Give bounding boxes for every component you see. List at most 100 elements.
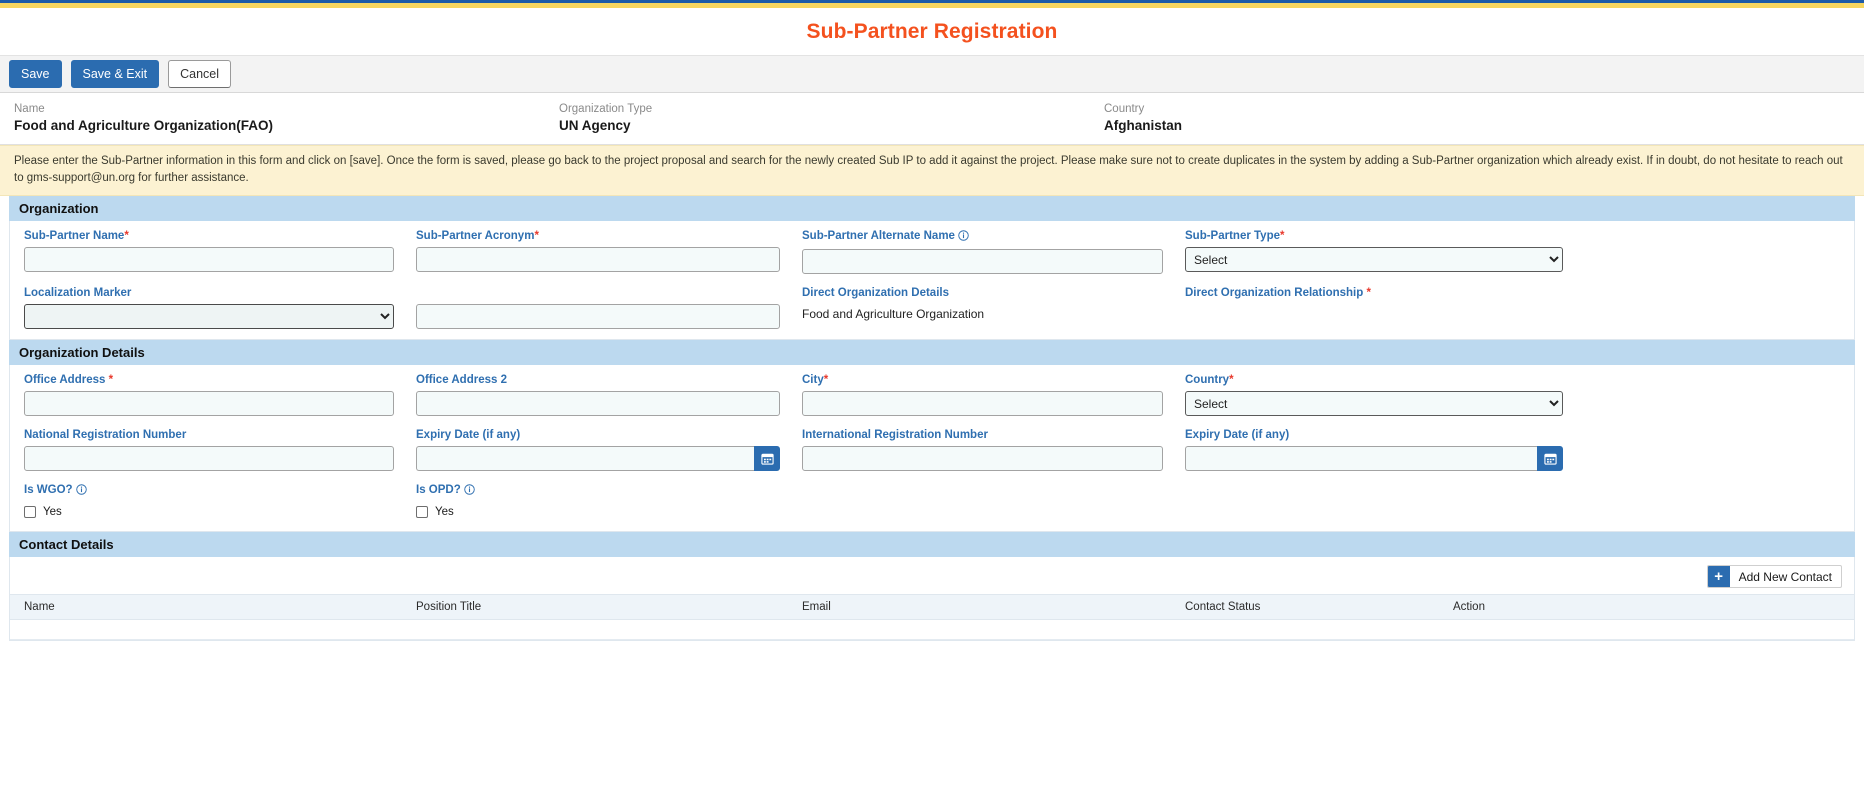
summary-country-cell: Country Afghanistan — [1090, 103, 1590, 133]
contacts-table: Name Position Title Email Contact Status… — [10, 594, 1854, 641]
table-cell — [10, 619, 402, 641]
required-marker: * — [1280, 230, 1285, 243]
localization-marker-detail-input[interactable] — [416, 304, 780, 330]
sub-partner-alternate-name-label: Sub-Partner Alternate Name — [802, 230, 1163, 244]
organization-details-row-1: Office Address * Office Address 2 City* … — [10, 374, 1854, 417]
sub-partner-name-input[interactable] — [24, 247, 394, 273]
column-header-contact-status[interactable]: Contact Status — [1171, 594, 1439, 621]
sub-partner-alternate-name-label-text: Sub-Partner Alternate Name — [802, 230, 955, 243]
add-new-contact-label: Add New Contact — [1738, 569, 1832, 584]
organization-details-section-body: Office Address * Office Address 2 City* … — [9, 365, 1855, 533]
international-expiry-date-label: Expiry Date (if any) — [1185, 429, 1290, 442]
national-registration-number-label: National Registration Number — [24, 429, 187, 442]
country-label-text: Country — [1185, 374, 1230, 387]
contacts-table-header-row: Name Position Title Email Contact Status… — [10, 594, 1854, 621]
international-expiry-date-input[interactable] — [1185, 446, 1537, 472]
field-is-opd: Is OPD? Yes — [402, 484, 788, 521]
national-registration-number-input[interactable] — [24, 446, 394, 472]
country-label: Country* — [1185, 374, 1563, 386]
info-alert-banner: Please enter the Sub-Partner information… — [0, 145, 1864, 197]
country-select[interactable]: Select — [1185, 391, 1563, 417]
page-title-bar: Sub-Partner Registration — [0, 8, 1864, 55]
is-wgo-label: Is WGO? — [24, 484, 394, 498]
required-marker: * — [823, 374, 829, 387]
info-icon[interactable] — [464, 484, 475, 498]
is-opd-label-text: Is OPD? — [416, 484, 461, 497]
organization-details-row-3-spacer-1 — [788, 484, 1171, 521]
is-opd-checkbox[interactable] — [416, 506, 428, 519]
is-wgo-checkbox-label: Yes — [43, 506, 62, 519]
field-sub-partner-type: Sub-Partner Type* Select — [1171, 230, 1571, 274]
field-national-expiry-date: Expiry Date (if any) — [402, 429, 788, 472]
sub-partner-acronym-label-text: Sub-Partner Acronym — [416, 230, 535, 243]
field-sub-partner-alternate-name: Sub-Partner Alternate Name — [788, 230, 1171, 275]
field-international-expiry-date: Expiry Date (if any) — [1171, 429, 1571, 472]
form-toolbar: Save Save & Exit Cancel — [0, 55, 1864, 93]
organization-details-section: Organization Details Office Address * Of… — [0, 340, 1864, 533]
office-address-input[interactable] — [24, 391, 394, 417]
national-expiry-date-group — [416, 446, 780, 472]
international-registration-number-input[interactable] — [802, 446, 1163, 472]
column-header-action[interactable]: Action — [1439, 594, 1854, 621]
summary-name-cell: Name Food and Agriculture Organization(F… — [0, 103, 545, 133]
table-cell — [788, 619, 1171, 641]
international-registration-number-label: International Registration Number — [802, 429, 988, 442]
calendar-icon[interactable] — [1537, 446, 1563, 472]
direct-organization-relationship-label: Direct Organization Relationship * — [1185, 287, 1563, 299]
field-office-address-2: Office Address 2 — [402, 374, 788, 417]
localization-marker-select[interactable] — [24, 304, 394, 330]
sub-partner-type-label-text: Sub-Partner Type — [1185, 230, 1280, 243]
organization-details-row-3-spacer-2 — [1171, 484, 1571, 521]
save-and-exit-button[interactable]: Save & Exit — [70, 59, 160, 89]
sub-partner-acronym-input[interactable] — [416, 247, 780, 273]
sub-partner-type-select[interactable]: Select — [1185, 247, 1563, 273]
direct-organization-relationship-value — [1185, 304, 1563, 329]
required-marker: * — [534, 230, 539, 243]
required-marker: * — [108, 374, 114, 387]
field-localization-marker-detail — [402, 287, 788, 330]
cancel-button[interactable]: Cancel — [168, 59, 232, 89]
organization-details-section-header: Organization Details — [9, 340, 1855, 366]
is-wgo-checkbox-line: Yes — [24, 503, 394, 521]
localization-marker-label: Localization Marker — [24, 287, 132, 300]
contacts-table-body — [10, 619, 1854, 641]
is-wgo-checkbox[interactable] — [24, 506, 36, 519]
summary-name-value: Food and Agriculture Organization(FAO) — [14, 118, 273, 133]
office-address-2-input[interactable] — [416, 391, 780, 417]
column-header-email[interactable]: Email — [788, 594, 1171, 621]
field-direct-organization-relationship: Direct Organization Relationship * — [1171, 287, 1571, 329]
is-wgo-label-text: Is WGO? — [24, 484, 73, 497]
column-header-position-title[interactable]: Position Title — [402, 594, 788, 621]
field-office-address: Office Address * — [10, 374, 402, 417]
column-header-name[interactable]: Name — [10, 594, 402, 621]
contact-details-section: Contact Details + Add New Contact Name P… — [0, 532, 1864, 642]
table-cell — [1171, 619, 1439, 641]
save-button[interactable]: Save — [9, 59, 62, 89]
contact-details-section-header: Contact Details — [9, 532, 1855, 558]
localization-marker-detail-label-spacer — [416, 287, 780, 304]
direct-organization-details-label: Direct Organization Details — [802, 287, 949, 300]
info-icon[interactable] — [75, 484, 87, 498]
info-icon[interactable] — [958, 230, 969, 244]
summary-country-label: Country — [1104, 103, 1145, 115]
add-new-contact-button[interactable]: + Add New Contact — [1706, 565, 1842, 589]
international-expiry-date-group — [1185, 446, 1563, 472]
summary-organization-type-value: UN Agency — [559, 118, 631, 133]
is-opd-label: Is OPD? — [416, 484, 780, 498]
sub-partner-acronym-label: Sub-Partner Acronym* — [416, 230, 780, 242]
city-label: City* — [802, 374, 1163, 386]
field-direct-organization-details: Direct Organization Details Food and Agr… — [788, 287, 1171, 329]
sub-partner-alternate-name-input[interactable] — [802, 249, 1163, 275]
table-row-empty — [10, 619, 1854, 641]
organization-row-1: Sub-Partner Name* Sub-Partner Acronym* S… — [10, 230, 1854, 275]
national-expiry-date-input[interactable] — [416, 446, 754, 472]
field-city: City* — [788, 374, 1171, 417]
required-marker: * — [1229, 374, 1234, 387]
summary-organization-type-cell: Organization Type UN Agency — [545, 103, 1090, 133]
city-label-text: City — [802, 374, 824, 387]
calendar-icon[interactable] — [754, 446, 780, 472]
field-country: Country* Select — [1171, 374, 1571, 417]
organization-row-2: Localization Marker Direct Organization … — [10, 287, 1854, 330]
city-input[interactable] — [802, 391, 1163, 417]
field-localization-marker: Localization Marker — [10, 287, 402, 330]
